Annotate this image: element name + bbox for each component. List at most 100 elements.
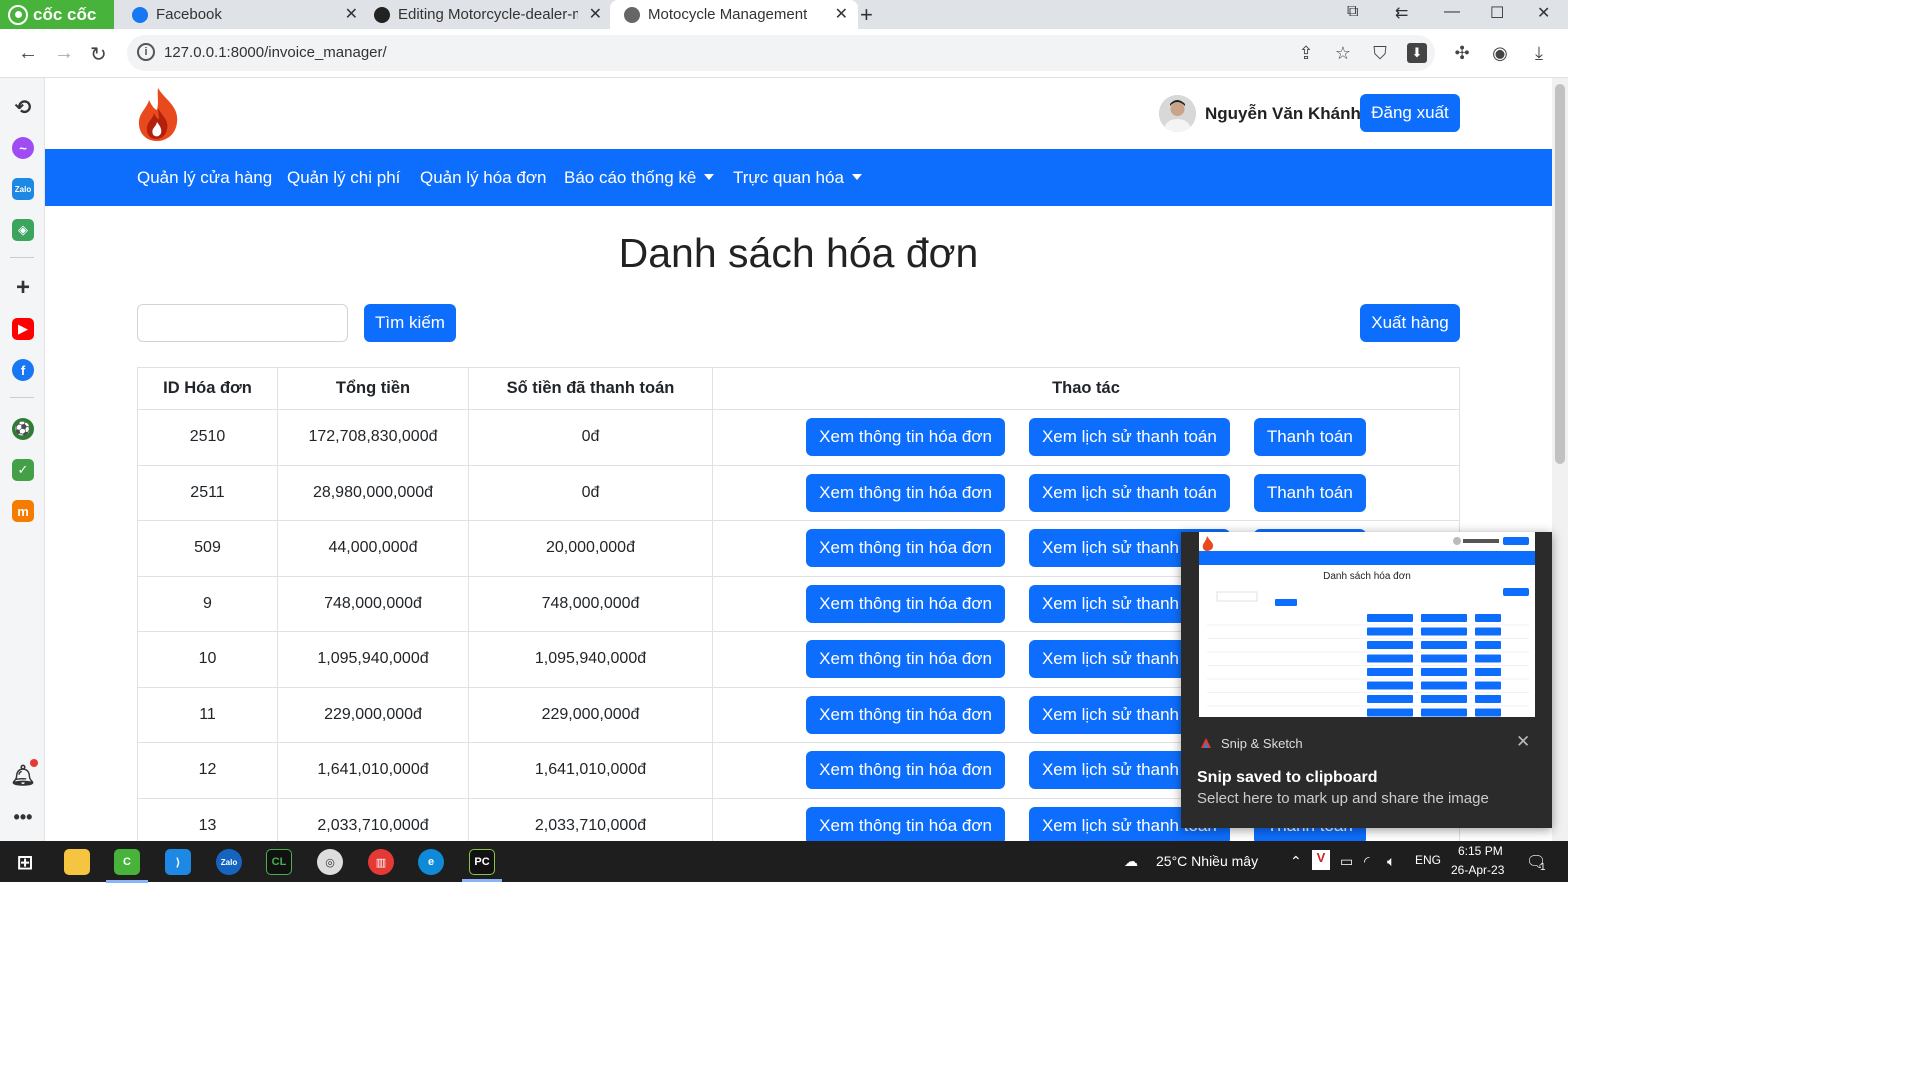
actions-cell: Xem thông tin hóa đơn Xem lịch sử thanh t… [712,409,1460,466]
minimize-icon[interactable]: — [1444,3,1460,21]
maximize-icon[interactable]: ☐ [1490,3,1504,23]
nav-store-management[interactable]: Quản lý cửa hàng [137,168,272,188]
vietkey-icon[interactable]: V [1312,850,1330,870]
more-icon[interactable]: ••• [12,806,34,828]
football-icon[interactable]: ⚽ [12,418,34,440]
total-amount-cell: 748,000,000đ [277,575,469,632]
logout-button[interactable]: Đăng xuất [1360,94,1460,132]
close-tab-icon[interactable]: ✕ [589,4,602,24]
zalo-icon[interactable]: Zalo [12,178,34,200]
youtube-icon[interactable]: ▶ [12,318,34,340]
coccoc-taskbar-icon[interactable]: C [106,849,148,883]
table-row: 2511 28,980,000,000đ 0đ Xem thông tin hóa đ… [137,464,1460,521]
history-icon[interactable]: ⟲ [12,96,34,119]
paid-amount-cell: 748,000,000đ [468,575,713,632]
site-info-icon[interactable]: i [137,43,155,61]
close-tab-icon[interactable]: ✕ [345,4,358,24]
view-invoice-button[interactable]: Xem thông tin hóa đơn [806,584,1005,623]
game-controller-icon[interactable]: ◎ [317,849,343,875]
share-icon[interactable]: ⇪ [1296,43,1316,63]
battery-icon[interactable]: ▭ [1340,853,1353,870]
close-icon[interactable]: ✕ [1516,732,1530,752]
messenger-icon[interactable]: ~ [12,137,34,159]
view-invoice-button[interactable]: Xem thông tin hóa đơn [806,806,1005,841]
clock-date[interactable]: 26-Apr-23 [1451,863,1504,877]
chevron-up-icon[interactable]: ⌃ [1290,853,1302,870]
total-amount-cell: 1,641,010,000đ [277,742,469,799]
windows-taskbar: ⊞ C ⟩ Zalo CL ◎ ▥ e PC ☁ 25°C Nhiều mây … [0,841,1568,883]
notification-dot [30,759,38,767]
view-invoice-button[interactable]: Xem thông tin hóa đơn [806,640,1005,679]
reload-icon[interactable]: ↻ [90,42,107,67]
windows-start-icon[interactable]: ⊞ [12,849,38,875]
paid-amount-cell: 0đ [468,409,713,466]
tab-motocycle-management[interactable]: Motocycle Management ✕ [610,0,858,29]
app-red-icon[interactable]: ▥ [368,849,394,875]
pycharm-icon[interactable]: PC [462,849,502,882]
back-history-icon[interactable]: ⇇ [1395,3,1408,23]
coccoc-brand[interactable]: cốc cốc [0,0,114,29]
shopping-icon[interactable]: m [12,500,34,522]
download-app-icon[interactable]: ⬇ [1407,43,1427,63]
facebook-icon[interactable]: f [12,359,34,381]
clion-icon[interactable]: CL [266,849,292,875]
scrollbar-thumb[interactable] [1555,84,1565,464]
site-header: Nguyễn Văn Khánh Đăng xuất [45,78,1552,149]
invoice-id-cell: 2510 [137,409,278,466]
payment-history-button[interactable]: Xem lịch sử thanh toán [1028,473,1230,512]
total-amount-cell: 229,000,000đ [277,686,469,743]
language-indicator[interactable]: ENG [1415,853,1441,867]
downloads-icon[interactable]: ⤓ [1529,43,1549,63]
export-button[interactable]: Xuất hàng [1360,304,1460,342]
bookmark-star-icon[interactable]: ☆ [1333,43,1353,63]
view-invoice-button[interactable]: Xem thông tin hóa đơn [806,473,1005,512]
column-header: ID Hóa đơn [137,367,278,410]
search-input[interactable] [137,304,348,342]
add-icon[interactable]: + [12,274,34,301]
file-explorer-icon[interactable] [64,849,90,875]
zalo-taskbar-icon[interactable]: Zalo [216,849,242,875]
page-scrollbar[interactable] [1552,78,1568,841]
total-amount-cell: 1,095,940,000đ [277,631,469,688]
notification-bell-icon[interactable]: 🔔︎ [10,764,35,787]
sidebar-divider [10,397,34,398]
pay-button[interactable]: Thanh toán [1253,473,1366,512]
speaker-icon[interactable]: 🔈︎ [1387,853,1395,870]
snip-notification[interactable]: Danh sách hóa đơn Snip & Sketch ✕ Snip s… [1181,532,1552,828]
tab-github[interactable]: Editing Motorcycle-dealer-m ✕ [362,0,612,29]
clock-time[interactable]: 6:15 PM [1458,844,1503,858]
extensions-icon[interactable]: ✣ [1452,43,1472,63]
profile-icon[interactable]: ◉ [1490,43,1510,63]
edge-icon[interactable]: e [418,849,444,875]
close-window-icon[interactable]: ✕ [1537,3,1550,23]
invoice-id-cell: 9 [137,575,278,632]
nav-visualization[interactable]: Trực quan hóa [733,168,862,188]
vscode-icon[interactable]: ⟩ [165,849,191,875]
tab-title: Motocycle Management [648,6,808,23]
flame-logo-icon[interactable] [135,86,181,142]
forward-icon[interactable]: → [54,42,74,65]
shield-icon[interactable]: ⛉ [1370,43,1390,63]
game-icon[interactable]: ◈ [12,219,34,241]
view-invoice-button[interactable]: Xem thông tin hóa đơn [806,529,1005,568]
weather-icon[interactable]: ☁ [1124,853,1138,870]
address-bar[interactable]: i 127.0.0.1:8000/invoice_manager/ [127,35,1435,71]
view-invoice-button[interactable]: Xem thông tin hóa đơn [806,418,1005,457]
page-title: Danh sách hóa đơn [618,230,979,276]
tab-facebook[interactable]: Facebook ✕ [118,0,368,29]
tab-search-icon[interactable]: ⧉ [1347,3,1358,21]
view-invoice-button[interactable]: Xem thông tin hóa đơn [806,695,1005,734]
payment-history-button[interactable]: Xem lịch sử thanh toán [1028,418,1230,457]
back-icon[interactable]: ← [18,42,38,65]
new-tab-icon[interactable]: + [860,2,873,28]
nav-invoice-management[interactable]: Quản lý hóa đơn [420,168,546,188]
pay-button[interactable]: Thanh toán [1253,418,1366,457]
weather-text[interactable]: 25°C Nhiều mây [1156,853,1258,869]
search-button[interactable]: Tìm kiếm [364,304,456,342]
nav-expense-management[interactable]: Quản lý chi phí [287,168,400,188]
close-tab-icon[interactable]: ✕ [835,4,848,24]
nav-statistics-report[interactable]: Báo cáo thống kê [564,168,715,188]
wifi-icon[interactable]: ◜ [1364,853,1369,870]
view-invoice-button[interactable]: Xem thông tin hóa đơn [806,751,1005,790]
security-shield-icon[interactable]: ✓ [12,459,34,481]
